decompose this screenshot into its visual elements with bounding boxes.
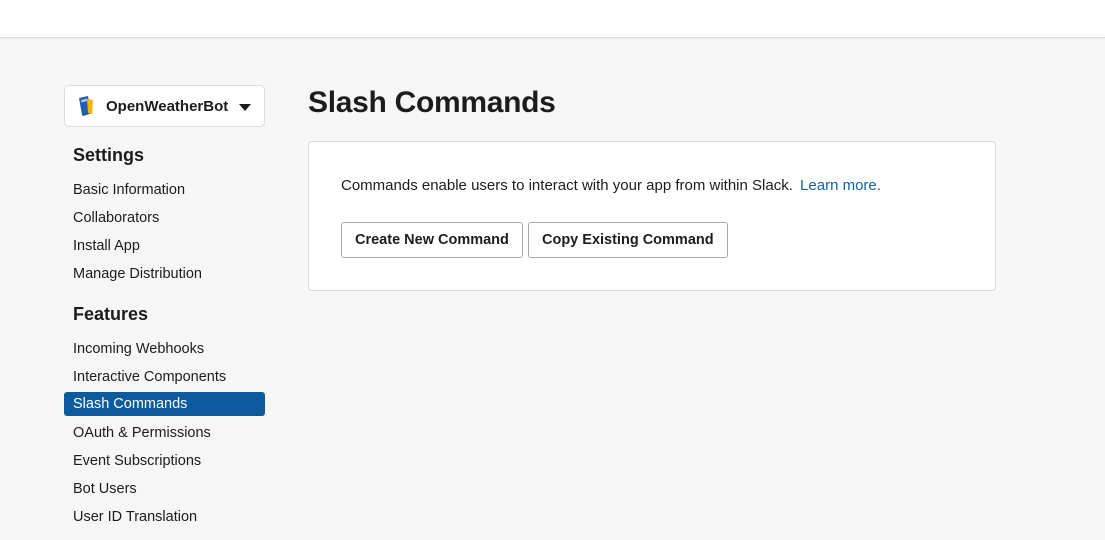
app-switcher[interactable]: OpenWeatherBot	[64, 85, 265, 127]
sidebar-item-install-app[interactable]: Install App	[64, 234, 265, 258]
card-description-row: Commands enable users to interact with y…	[341, 177, 881, 194]
sidebar-item-slash-commands[interactable]: Slash Commands	[64, 392, 265, 416]
sidebar-item-manage-distribution[interactable]: Manage Distribution	[64, 262, 265, 286]
create-new-command-button[interactable]: Create New Command	[341, 222, 523, 258]
copy-existing-command-button[interactable]: Copy Existing Command	[528, 222, 728, 258]
page-title: Slash Commands	[308, 86, 556, 119]
sidebar-item-collaborators[interactable]: Collaborators	[64, 206, 265, 230]
features-heading: Features	[73, 304, 149, 324]
slash-commands-card: Commands enable users to interact with y…	[308, 141, 996, 291]
sidebar-item-basic-information[interactable]: Basic Information	[64, 178, 265, 202]
top-bar	[0, 0, 1105, 38]
card-description: Commands enable users to interact with y…	[341, 177, 793, 194]
settings-heading: Settings	[73, 145, 145, 165]
sidebar-item-user-id-translation[interactable]: User ID Translation	[64, 505, 265, 529]
book-icon	[79, 96, 93, 116]
learn-more-link[interactable]: Learn more.	[800, 177, 881, 194]
sidebar-item-event-subscriptions[interactable]: Event Subscriptions	[64, 449, 265, 473]
sidebar-item-incoming-webhooks[interactable]: Incoming Webhooks	[64, 337, 265, 361]
sidebar-item-oauth-permissions[interactable]: OAuth & Permissions	[64, 421, 265, 445]
caret-down-icon	[239, 104, 251, 111]
sidebar-item-interactive-components[interactable]: Interactive Components	[64, 365, 265, 389]
sidebar-item-bot-users[interactable]: Bot Users	[64, 477, 265, 501]
app-name: OpenWeatherBot	[106, 97, 229, 115]
